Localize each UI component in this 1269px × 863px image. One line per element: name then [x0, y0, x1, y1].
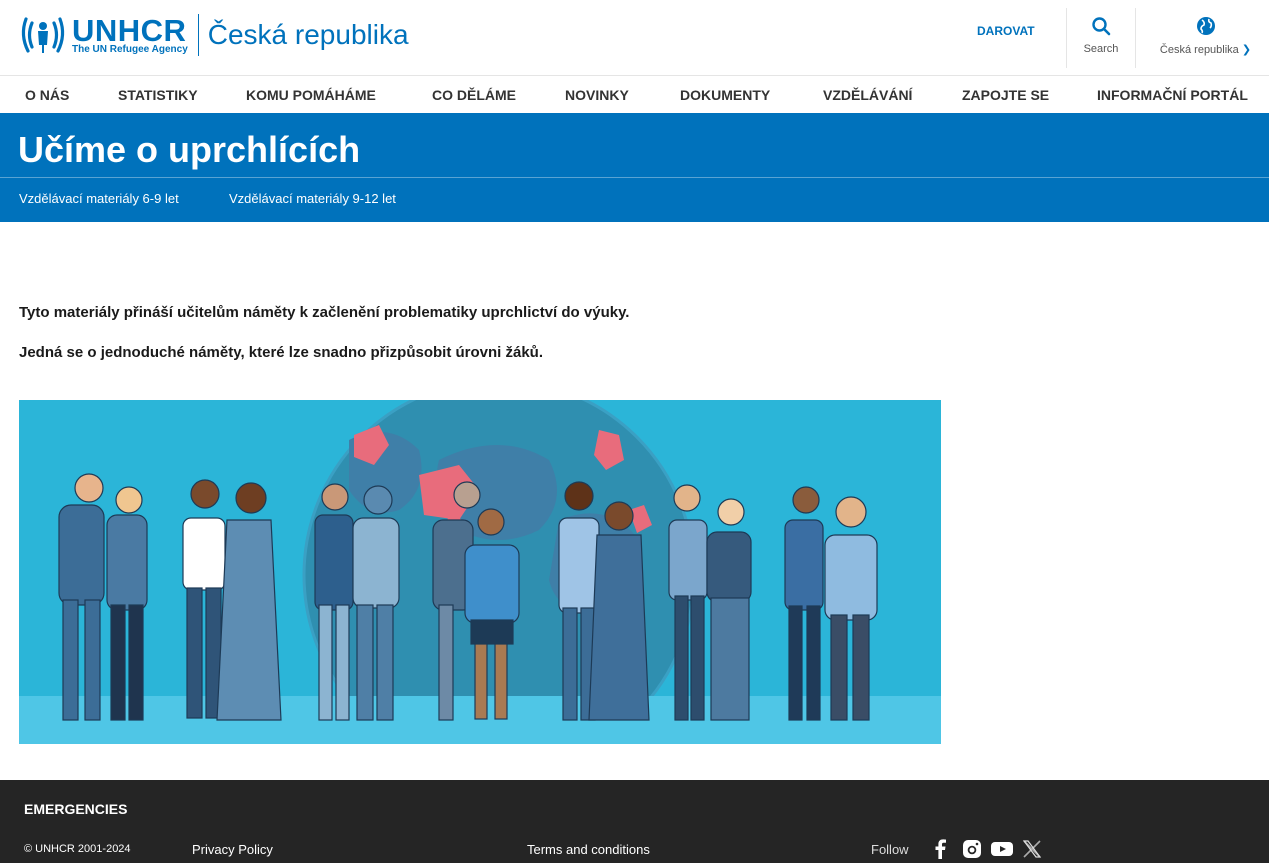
site-footer: EMERGENCIES © UNHCR 2001-2024 Privacy Po…: [0, 780, 1269, 863]
country-label: Česká republika: [1159, 44, 1239, 56]
hero-divider: [0, 177, 1269, 178]
search-button[interactable]: Search: [1066, 8, 1136, 68]
intro-paragraph-2: Jedná se o jednoduché náměty, které lze …: [19, 344, 543, 361]
intro-paragraph: Tyto materiály přináší učitelům náměty k…: [19, 304, 630, 321]
nav-item-informacni-portal[interactable]: INFORMAČNÍ PORTÁL: [1097, 87, 1248, 103]
nav-item-co-delame[interactable]: CO DĚLÁME: [432, 87, 516, 103]
main-nav: O NÁS STATISTIKY KOMU POMÁHÁME CO DĚLÁME…: [0, 75, 1269, 113]
copyright-text: © UNHCR 2001-2024: [24, 843, 131, 855]
facebook-icon[interactable]: [934, 838, 946, 860]
youtube-icon[interactable]: [991, 838, 1013, 860]
page-hero: Učíme o uprchlících Vzdělávací materiály…: [0, 113, 1269, 222]
country-selector[interactable]: Česká republika ❯: [1148, 8, 1263, 56]
unhcr-emblem-icon: [21, 17, 65, 53]
donate-button[interactable]: DAROVAT: [977, 24, 1035, 38]
nav-item-novinky[interactable]: NOVINKY: [565, 87, 629, 103]
x-icon[interactable]: [1022, 838, 1042, 860]
search-icon: [1092, 17, 1111, 36]
chevron-down-icon: ❯: [1241, 44, 1252, 56]
terms-link[interactable]: Terms and conditions: [527, 842, 650, 857]
nav-item-dokumenty[interactable]: DOKUMENTY: [680, 87, 770, 103]
logo-country: Česká republika: [207, 19, 409, 50]
globe-icon: [1196, 17, 1215, 35]
illustration-graphic: [19, 400, 941, 744]
page-title: Učíme o uprchlících: [18, 129, 361, 170]
refugees-illustration: [19, 400, 941, 744]
privacy-policy-link[interactable]: Privacy Policy: [192, 842, 273, 857]
emergencies-heading[interactable]: EMERGENCIES: [24, 801, 127, 817]
subnav-item-6-9[interactable]: Vzdělávací materiály 6-9 let: [19, 191, 179, 206]
nav-item-vzdelavani[interactable]: VZDĚLÁVÁNÍ: [823, 87, 912, 103]
instagram-icon[interactable]: [962, 838, 982, 860]
search-label: Search: [1083, 43, 1119, 55]
nav-item-o-nas[interactable]: O NÁS: [25, 87, 69, 103]
site-header: UNHCR The UN Refugee Agency Česká republ…: [0, 0, 1269, 75]
nav-item-statistiky[interactable]: STATISTIKY: [118, 87, 198, 103]
logo-divider: [197, 14, 199, 56]
follow-label: Follow: [871, 842, 909, 857]
unhcr-logo[interactable]: UNHCR The UN Refugee Agency Česká republ…: [18, 10, 409, 60]
logo-wordmark: UNHCR: [72, 13, 187, 48]
logo-tagline: The UN Refugee Agency: [72, 44, 188, 55]
nav-item-komu-pomahame[interactable]: KOMU POMÁHÁME: [246, 87, 376, 103]
subnav-item-9-12[interactable]: Vzdělávací materiály 9-12 let: [229, 191, 396, 206]
nav-item-zapojte-se[interactable]: ZAPOJTE SE: [962, 87, 1049, 103]
